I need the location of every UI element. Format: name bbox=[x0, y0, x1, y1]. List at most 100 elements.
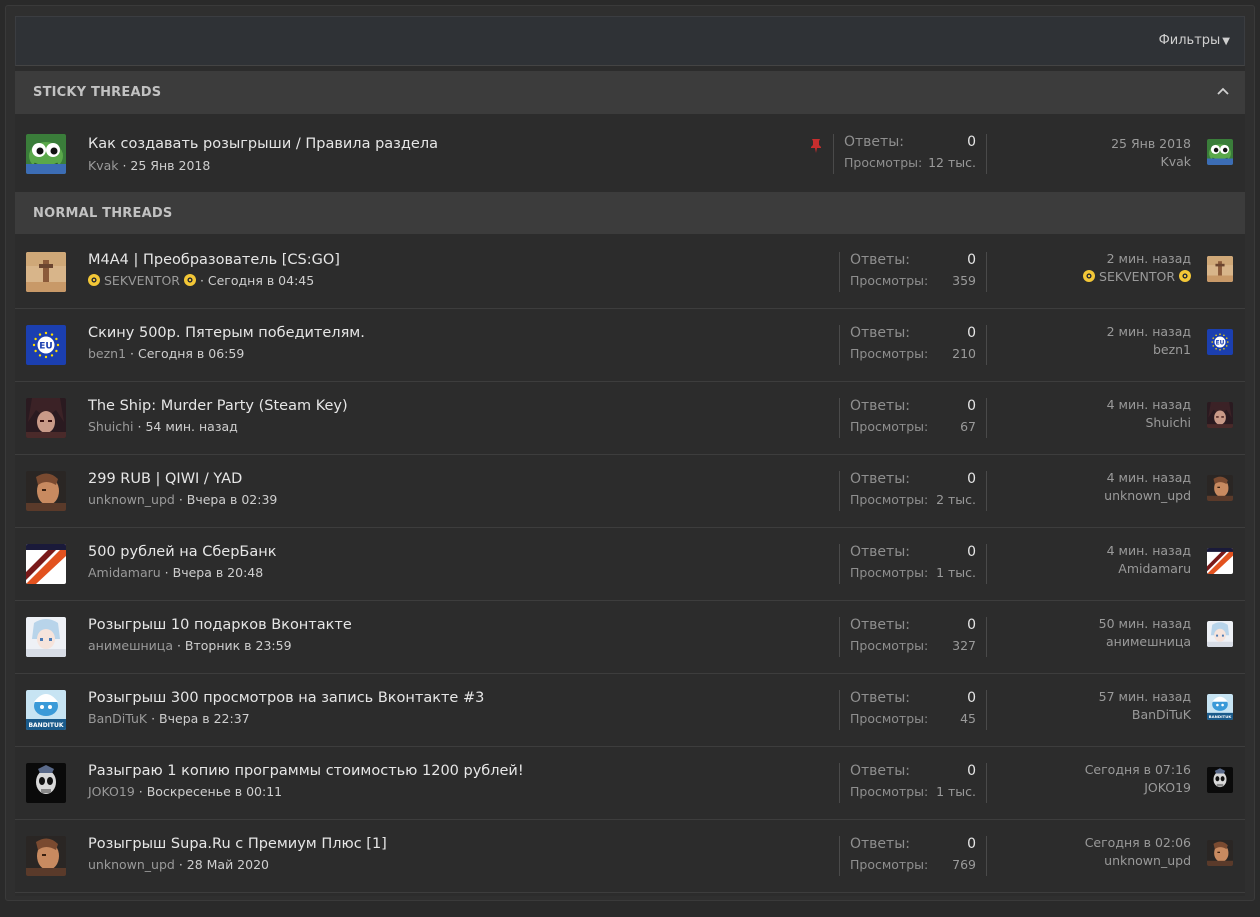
last-post-user[interactable]: Kvak bbox=[951, 154, 1192, 169]
thread-title-link[interactable]: Розыгрыш Supa.Ru с Премиум Плюс [1] bbox=[88, 836, 387, 852]
thread-start-date[interactable]: Вчера в 02:39 bbox=[187, 492, 278, 507]
last-post-user[interactable]: анимешница bbox=[951, 634, 1191, 649]
thread-row: BANDITUK Розыгрыш 300 просмотров на запис… bbox=[15, 674, 1245, 747]
author-avatar[interactable]: EU bbox=[26, 325, 66, 365]
thread-start-date[interactable]: Сегодня в 04:45 bbox=[208, 273, 314, 288]
replies-label: Ответы: bbox=[850, 690, 910, 706]
author-avatar[interactable] bbox=[26, 544, 66, 584]
last-poster-avatar[interactable] bbox=[1207, 548, 1233, 574]
author-avatar[interactable] bbox=[26, 252, 66, 292]
thread-start-date[interactable]: Сегодня в 06:59 bbox=[138, 346, 244, 361]
thread-author-link[interactable]: BanDiTuK bbox=[88, 711, 147, 726]
last-post-user[interactable]: Shuichi bbox=[951, 415, 1191, 430]
thread-author-link[interactable]: Shuichi bbox=[88, 419, 134, 434]
thread-author-link[interactable]: Amidamaru bbox=[88, 565, 161, 580]
last-post-date[interactable]: 50 мин. назад bbox=[951, 616, 1191, 631]
forum-panel: Фильтры ▼ STICKY THREADS Как создавать ро… bbox=[5, 5, 1255, 901]
last-poster-avatar[interactable] bbox=[1207, 256, 1233, 282]
thread-start-date[interactable]: Вчера в 22:37 bbox=[159, 711, 250, 726]
thread-title-link[interactable]: 500 рублей на СберБанк bbox=[88, 544, 276, 560]
last-poster-avatar[interactable] bbox=[1207, 840, 1233, 866]
pin-icon bbox=[810, 138, 822, 153]
last-poster-avatar[interactable] bbox=[1207, 402, 1233, 428]
last-post-date[interactable]: 25 Янв 2018 bbox=[951, 136, 1191, 151]
thread-start-date[interactable]: 28 Май 2020 bbox=[187, 857, 269, 872]
thread-title-link[interactable]: Разыграю 1 копию программы стоимостью 12… bbox=[88, 763, 524, 779]
thread-start-date[interactable]: 54 мин. назад bbox=[145, 419, 237, 434]
last-post-user-name: Kvak bbox=[1160, 154, 1192, 169]
last-post-date[interactable]: 2 мин. назад bbox=[951, 324, 1191, 339]
views-label: Просмотры: bbox=[850, 492, 929, 507]
thread-author-link[interactable]: bezn1 bbox=[88, 346, 126, 361]
thread-title-link[interactable]: Розыгрыш 10 подарков Вконтакте bbox=[88, 617, 352, 633]
meta-separator: · bbox=[118, 158, 131, 173]
last-post-date[interactable]: 2 мин. назад bbox=[951, 251, 1191, 266]
meta-separator: · bbox=[160, 565, 173, 580]
last-post-user-name: Amidamaru bbox=[1118, 561, 1191, 576]
last-post: 2 мин. назад SEKVENTOR bbox=[951, 251, 1191, 284]
thread-title-link[interactable]: The Ship: Murder Party (Steam Key) bbox=[88, 398, 348, 414]
last-poster-avatar[interactable] bbox=[1207, 621, 1233, 647]
author-avatar[interactable] bbox=[26, 617, 66, 657]
last-post-user[interactable]: SEKVENTOR bbox=[951, 269, 1191, 284]
replies-label: Ответы: bbox=[850, 763, 910, 779]
last-poster-avatar[interactable]: BANDITUK bbox=[1207, 694, 1233, 720]
chevron-up-icon[interactable] bbox=[1213, 83, 1233, 99]
thread-meta: unknown_upd · 28 Май 2020 bbox=[88, 857, 269, 872]
last-post-user-name: unknown_upd bbox=[1104, 488, 1191, 503]
thread-row: Розыгрыш 10 подарков Вконтакте анимешница… bbox=[15, 601, 1245, 674]
last-post-date[interactable]: Сегодня в 07:16 bbox=[951, 762, 1191, 777]
last-poster-avatar[interactable]: EU bbox=[1207, 329, 1233, 355]
thread-author-link[interactable]: SEKVENTOR bbox=[104, 273, 180, 288]
last-post-date[interactable]: 4 мин. назад bbox=[951, 470, 1191, 485]
last-poster-avatar[interactable] bbox=[1207, 475, 1233, 501]
last-post-user[interactable]: BanDiTuK bbox=[951, 707, 1191, 722]
author-avatar[interactable] bbox=[26, 836, 66, 876]
thread-title-link[interactable]: Скину 500р. Пятерым победителям. bbox=[88, 325, 365, 341]
thread-author-link[interactable]: Kvak bbox=[88, 158, 119, 173]
last-poster-avatar[interactable] bbox=[1207, 139, 1233, 165]
meta-separator: · bbox=[126, 346, 138, 361]
author-avatar[interactable] bbox=[26, 763, 66, 803]
last-post-user[interactable]: unknown_upd bbox=[951, 853, 1191, 868]
thread-row: 299 RUB | QIWI / YAD unknown_upd · Вчера … bbox=[15, 455, 1245, 528]
author-avatar[interactable]: BANDITUK bbox=[26, 690, 66, 730]
last-post-user-name: SEKVENTOR bbox=[1099, 269, 1176, 284]
last-post-user[interactable]: JOKO19 bbox=[951, 780, 1191, 795]
author-avatar[interactable] bbox=[26, 398, 66, 438]
thread-author-link[interactable]: JOKO19 bbox=[88, 784, 135, 799]
author-avatar[interactable] bbox=[26, 134, 66, 174]
thread-start-date[interactable]: Вторник в 23:59 bbox=[185, 638, 292, 653]
thread-start-date[interactable]: 25 Янв 2018 bbox=[130, 158, 210, 173]
thread-start-date[interactable]: Воскресенье в 00:11 bbox=[147, 784, 282, 799]
thread-title-link[interactable]: Как создавать розыгрыши / Правила раздел… bbox=[88, 136, 438, 152]
thread-author-link[interactable]: unknown_upd bbox=[88, 492, 175, 507]
thread-meta: BanDiTuK · Вчера в 22:37 bbox=[88, 711, 250, 726]
last-post-date[interactable]: Сегодня в 02:06 bbox=[951, 835, 1191, 850]
last-poster-avatar[interactable] bbox=[1207, 767, 1233, 793]
last-post-user-name: JOKO19 bbox=[1144, 780, 1191, 795]
thread-author-link[interactable]: анимешница bbox=[88, 638, 173, 653]
thread-title-link[interactable]: 299 RUB | QIWI / YAD bbox=[88, 471, 242, 487]
last-post-user-name: unknown_upd bbox=[1104, 853, 1191, 868]
last-post-user-name: bezn1 bbox=[1152, 342, 1191, 357]
author-avatar[interactable] bbox=[26, 471, 66, 511]
thread-list-block: Фильтры ▼ STICKY THREADS Как создавать ро… bbox=[15, 16, 1245, 896]
thread-title-link[interactable]: Розыгрыш 300 просмотров на запись Вконта… bbox=[88, 690, 484, 706]
radiation-icon bbox=[1083, 270, 1096, 282]
last-post-date[interactable]: 4 мин. назад bbox=[951, 543, 1191, 558]
filter-bar: Фильтры ▼ bbox=[15, 16, 1245, 66]
thread-row: Розыгрыш Supa.Ru с Премиум Плюс [1] unkno… bbox=[15, 820, 1245, 893]
last-post-date[interactable]: 4 мин. назад bbox=[951, 397, 1191, 412]
thread-author-link[interactable]: unknown_upd bbox=[88, 857, 175, 872]
thread-title-link[interactable]: M4A4 | Преобразователь [CS:GO] bbox=[88, 252, 340, 268]
last-post-user[interactable]: bezn1 bbox=[951, 342, 1191, 357]
thread-meta: unknown_upd · Вчера в 02:39 bbox=[88, 492, 277, 507]
last-post-user[interactable]: unknown_upd bbox=[951, 488, 1191, 503]
filters-button[interactable]: Фильтры ▼ bbox=[1159, 33, 1230, 48]
meta-separator: · bbox=[172, 638, 185, 653]
thread-start-date[interactable]: Вчера в 20:48 bbox=[173, 565, 264, 580]
last-post-date[interactable]: 57 мин. назад bbox=[951, 689, 1191, 704]
thread-meta: SEKVENTOR · Сегодня в 04:45 bbox=[88, 273, 314, 288]
last-post-user[interactable]: Amidamaru bbox=[951, 561, 1191, 576]
